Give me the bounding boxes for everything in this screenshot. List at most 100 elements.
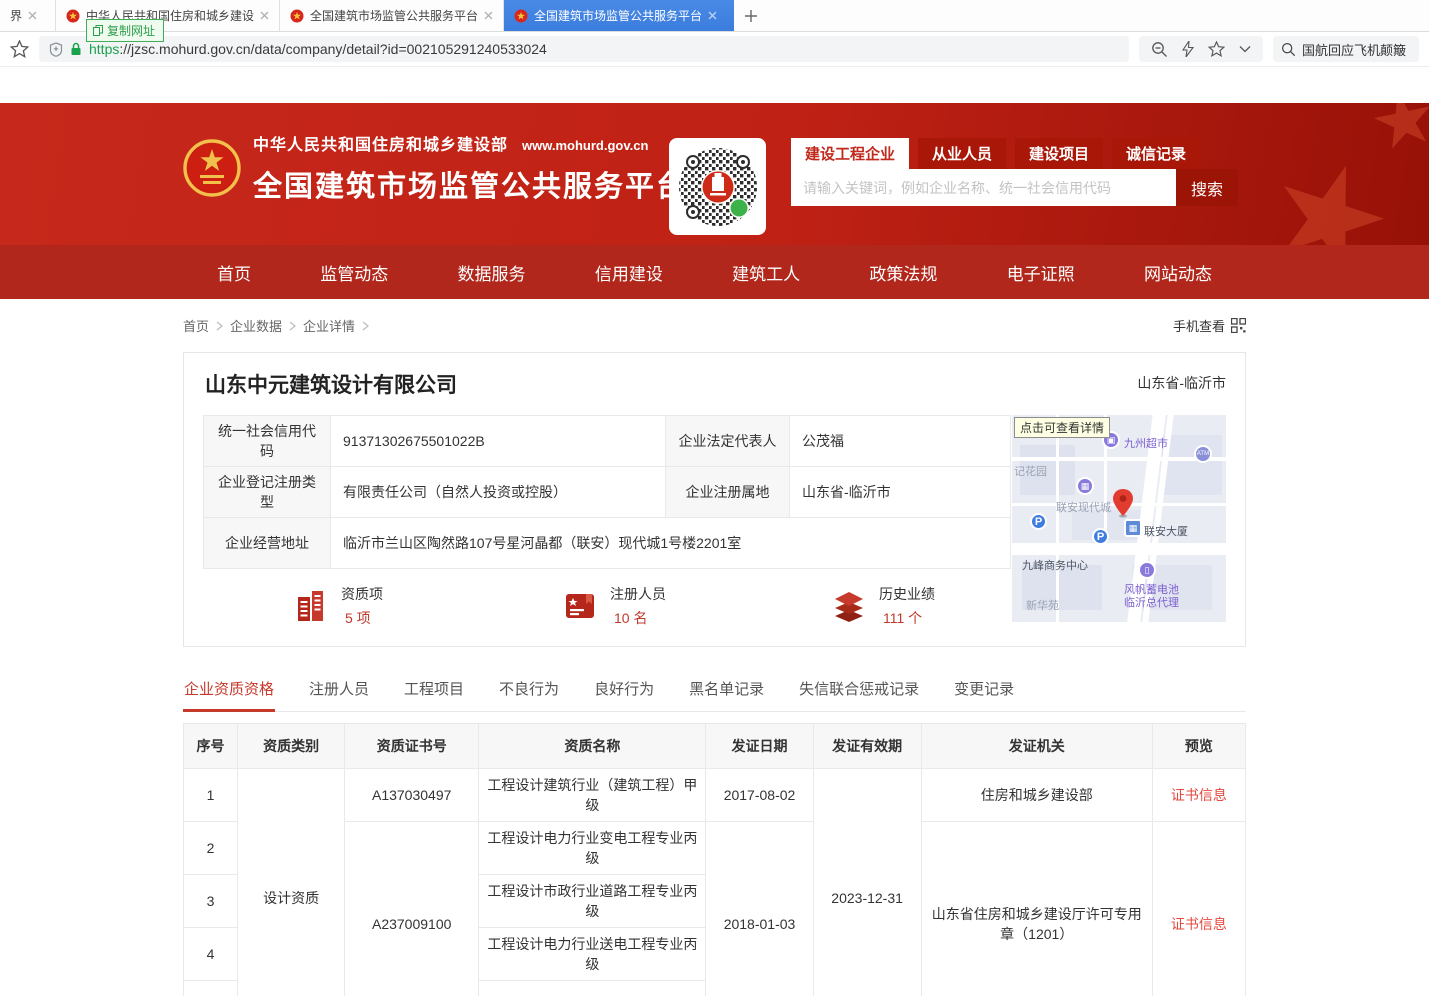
cell-seq: 5 — [184, 981, 238, 996]
cell-seq: 1 — [184, 769, 238, 822]
cell-validity: 2023-12-31 — [813, 769, 921, 996]
table-row: 企业登记注册类型 有限责任公司（自然人投资或控股） 企业注册属地 山东省-临沂市 — [204, 467, 1011, 518]
qualification-table: 序号 资质类别 资质证书号 资质名称 发证日期 发证有效期 发证机关 预览 1 … — [183, 723, 1246, 996]
keyword-search-input[interactable] — [791, 169, 1176, 206]
url-text: https://jzsc.mohurd.gov.cn/data/company/… — [89, 41, 547, 57]
company-stats: 资质项5 项 注册人员10 名 历史业绩111 个 — [203, 584, 1010, 628]
building-icon — [293, 588, 329, 624]
browser-search-box[interactable]: 国航回应飞机颠簸 — [1273, 36, 1419, 62]
tab-dishonesty-records[interactable]: 失信联合惩戒记录 — [798, 672, 920, 711]
company-panel: 山东中元建筑设计有限公司 山东省-临沂市 统一社会信用代码 9137130267… — [183, 352, 1246, 647]
qr-code-icon — [1231, 318, 1246, 333]
location-map[interactable]: 点击可查看详情 ▣ 九州超市 ATM 记花园 ▦ 联安现代城 P P ▦ 联安大… — [1012, 415, 1226, 622]
breadcrumb: 首页 企业数据 企业详情 手机查看 — [183, 299, 1246, 352]
col-header-preview: 预览 — [1152, 724, 1245, 769]
bookmark-star-icon[interactable] — [10, 40, 29, 58]
nav-item-credit[interactable]: 信用建设 — [595, 260, 663, 285]
tab-change-records[interactable]: 变更记录 — [953, 672, 1015, 711]
hot-search-text: 国航回应飞机颠簸 — [1302, 40, 1406, 59]
breadcrumb-home[interactable]: 首页 — [183, 316, 209, 335]
certificate-info-link[interactable]: 证书信息 — [1171, 916, 1227, 932]
field-label: 企业法定代表人 — [666, 416, 790, 467]
mobile-view-link[interactable]: 手机查看 — [1173, 316, 1246, 335]
cell-name: 工程设计市政行业道路工程专业丙级 — [479, 875, 706, 928]
col-header-validity: 发证有效期 — [813, 724, 921, 769]
col-header-name: 资质名称 — [479, 724, 706, 769]
site-logo[interactable]: 中华人民共和国住房和城乡建设部www.mohurd.gov.cn 全国建筑市场监… — [183, 131, 687, 205]
lightning-icon[interactable] — [1182, 41, 1194, 57]
cell-category: 设计资质 — [238, 769, 345, 996]
favorite-star-icon[interactable] — [1208, 41, 1225, 57]
tab-blacklist[interactable]: 黑名单记录 — [688, 672, 765, 711]
emblem-favicon-icon — [290, 9, 304, 23]
map-label-lianan-tower: 联安大厦 — [1144, 523, 1188, 539]
certificate-info-link[interactable]: 证书信息 — [1171, 787, 1227, 803]
nav-item-workers[interactable]: 建筑工人 — [732, 260, 800, 285]
close-icon[interactable] — [484, 11, 493, 20]
search-tab-project[interactable]: 建设项目 — [1015, 138, 1103, 169]
field-label: 统一社会信用代码 — [204, 416, 331, 467]
cell-name: 工程设计电力行业变电工程专业丙级 — [479, 822, 706, 875]
stat-label: 资质项 — [341, 584, 383, 604]
col-header-category: 资质类别 — [238, 724, 345, 769]
tab-registered-personnel[interactable]: 注册人员 — [308, 672, 370, 711]
stat-registered-personnel: 注册人员10 名 — [472, 584, 741, 628]
field-value: 公茂福 — [790, 416, 1011, 467]
building-marker-icon: ▦ — [1076, 477, 1094, 495]
emblem-favicon-icon — [514, 9, 528, 23]
parking-marker-icon: P — [1092, 528, 1109, 545]
tab-title: 全国建筑市场监管公共服务平台 — [310, 7, 478, 24]
browser-tab-jzsc-active[interactable]: 全国建筑市场监管公共服务平台 — [504, 0, 734, 31]
map-label-battery-2: 临沂总代理 — [1124, 594, 1179, 610]
close-icon[interactable] — [28, 11, 37, 20]
map-label-lianan-modern: 联安现代城 — [1056, 499, 1111, 515]
nav-item-supervision[interactable]: 监管动态 — [320, 260, 388, 285]
certificate-icon — [562, 588, 598, 624]
cell-name: 工程设计建筑行业（建筑工程）甲级 — [479, 769, 706, 822]
shield-icon[interactable] — [49, 42, 63, 57]
url-bar[interactable]: https://jzsc.mohurd.gov.cn/data/company/… — [39, 36, 1129, 62]
col-header-cert-no: 资质证书号 — [345, 724, 479, 769]
search-tab-personnel[interactable]: 从业人员 — [918, 138, 1006, 169]
qr-code — [669, 138, 766, 235]
search-tab-enterprise[interactable]: 建设工程企业 — [791, 138, 909, 169]
search-category-tabs: 建设工程企业 从业人员 建设项目 诚信记录 — [791, 138, 1238, 169]
location-pin-icon — [1112, 489, 1134, 519]
cell-name: 工程设计电力行业送电工程专业丙级 — [479, 928, 706, 981]
map-road — [1056, 415, 1059, 622]
cell-authority: 住房和城乡建设部 — [921, 769, 1152, 822]
tower-marker-icon: ▦ — [1124, 519, 1142, 537]
close-icon[interactable] — [260, 11, 269, 20]
browser-chrome: 界 中华人民共和国住房和城乡建设 全国建筑市场监管公共服务平台 全国建筑市场监管… — [0, 0, 1429, 68]
emblem-favicon-icon — [66, 9, 80, 23]
nav-item-home[interactable]: 首页 — [217, 260, 251, 285]
field-value: 临沂市兰山区陶然路107号星河晶都（联安）现代城1号楼2201室 — [331, 518, 1011, 569]
cell-seq: 3 — [184, 875, 238, 928]
map-label-supermarket: 九州超市 — [1124, 435, 1168, 451]
chevron-down-icon[interactable] — [1239, 45, 1251, 53]
nav-item-policy[interactable]: 政策法规 — [869, 260, 937, 285]
toolbar-icon-cluster — [1139, 36, 1263, 62]
close-icon[interactable] — [708, 11, 717, 20]
breadcrumb-company-detail: 企业详情 — [303, 316, 355, 335]
search-tab-credit[interactable]: 诚信记录 — [1112, 138, 1200, 169]
page-top-gap — [0, 68, 1429, 103]
zoom-out-icon[interactable] — [1151, 41, 1168, 58]
map-label-business-center: 九峰商务中心 — [1022, 557, 1088, 573]
browser-tab-jzsc-1[interactable]: 全国建筑市场监管公共服务平台 — [280, 0, 504, 31]
breadcrumb-company-data[interactable]: 企业数据 — [230, 316, 282, 335]
nav-item-license[interactable]: 电子证照 — [1007, 260, 1075, 285]
tab-good-behavior[interactable]: 良好行为 — [593, 672, 655, 711]
search-button[interactable]: 搜索 — [1176, 169, 1238, 206]
new-tab-button[interactable] — [734, 0, 768, 31]
tab-bad-behavior[interactable]: 不良行为 — [498, 672, 560, 711]
layers-icon — [831, 588, 867, 624]
tab-qualifications[interactable]: 企业资质资格 — [183, 672, 275, 712]
browser-tab-partial[interactable]: 界 — [0, 0, 56, 31]
stat-value: 111 个 — [879, 608, 935, 628]
nav-item-news[interactable]: 网站动态 — [1144, 260, 1212, 285]
ministry-url: www.mohurd.gov.cn — [522, 138, 648, 153]
ministry-name: 中华人民共和国住房和城乡建设部 — [253, 137, 508, 154]
tab-projects[interactable]: 工程项目 — [403, 672, 465, 711]
nav-item-data-service[interactable]: 数据服务 — [458, 260, 526, 285]
